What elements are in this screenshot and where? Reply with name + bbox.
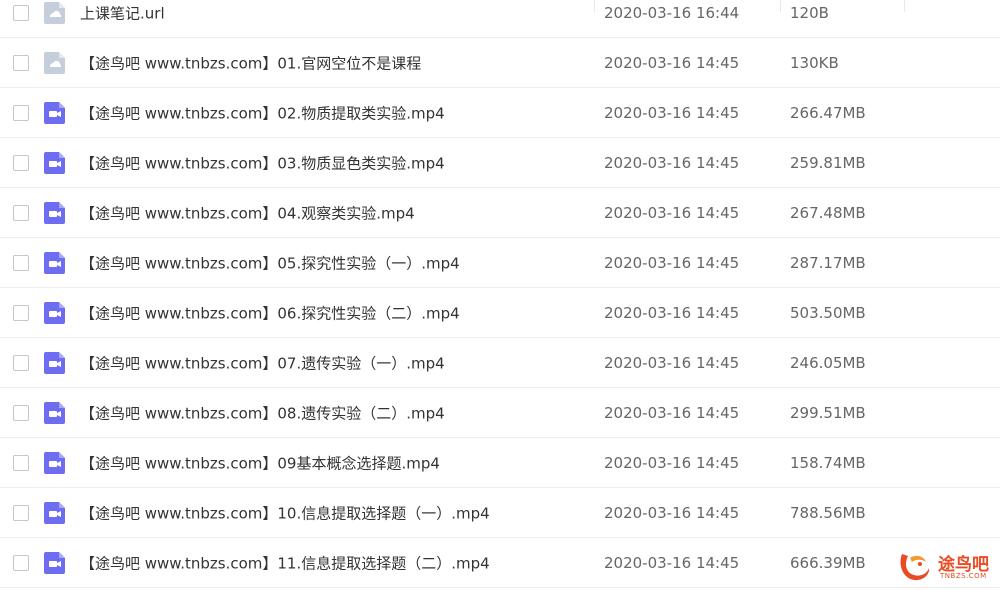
file-size: 266.47MB [790, 103, 866, 122]
file-name[interactable]: 【途鸟吧 www.tnbzs.com】07.遗传实验（一）.mp4 [80, 352, 445, 373]
file-date: 2020-03-16 14:45 [604, 403, 740, 422]
file-checkbox[interactable] [13, 454, 29, 471]
file-size: 130KB [790, 53, 839, 72]
file-checkbox[interactable] [13, 504, 29, 521]
file-size: 120B [790, 3, 829, 22]
file-name[interactable]: 【途鸟吧 www.tnbzs.com】03.物质显色类实验.mp4 [80, 152, 445, 173]
file-size: 666.39MB [790, 553, 866, 572]
file-checkbox[interactable] [13, 4, 29, 21]
file-size: 788.56MB [790, 503, 866, 522]
bird-logo-icon [900, 554, 930, 581]
video-file-icon [44, 551, 65, 574]
file-checkbox[interactable] [13, 204, 29, 221]
file-date: 2020-03-16 14:45 [604, 253, 740, 272]
file-size: 158.74MB [790, 453, 866, 472]
file-row[interactable]: 【途鸟吧 www.tnbzs.com】08.遗传实验（二）.mp4 2020-03… [0, 388, 1000, 438]
video-file-icon [44, 401, 65, 424]
file-date: 2020-03-16 14:45 [604, 103, 740, 122]
file-name[interactable]: 【途鸟吧 www.tnbzs.com】10.信息提取选择题（一）.mp4 [80, 502, 490, 523]
file-date: 2020-03-16 14:45 [604, 503, 740, 522]
file-size: 287.17MB [790, 253, 866, 272]
file-row[interactable]: 上课笔记.url 2020-03-16 16:44 120B [0, 0, 1000, 38]
file-name[interactable]: 【途鸟吧 www.tnbzs.com】06.探究性实验（二）.mp4 [80, 302, 460, 323]
file-row[interactable]: 【途鸟吧 www.tnbzs.com】06.探究性实验（二）.mp4 2020-0… [0, 288, 1000, 338]
file-checkbox[interactable] [13, 354, 29, 371]
file-name[interactable]: 上课笔记.url [80, 2, 165, 23]
file-size: 299.51MB [790, 403, 866, 422]
file-size: 246.05MB [790, 353, 866, 372]
file-checkbox[interactable] [13, 254, 29, 271]
file-row[interactable]: 【途鸟吧 www.tnbzs.com】01.官网空位不是课程 2020-03-16… [0, 38, 1000, 88]
file-row[interactable]: 【途鸟吧 www.tnbzs.com】07.遗传实验（一）.mp4 2020-03… [0, 338, 1000, 388]
file-row[interactable]: 【途鸟吧 www.tnbzs.com】02.物质提取类实验.mp4 2020-03… [0, 88, 1000, 138]
link-file-icon [44, 51, 65, 74]
file-name[interactable]: 【途鸟吧 www.tnbzs.com】01.官网空位不是课程 [80, 52, 421, 73]
file-name[interactable]: 【途鸟吧 www.tnbzs.com】11.信息提取选择题（二）.mp4 [80, 552, 490, 573]
file-size: 267.48MB [790, 203, 866, 222]
video-file-icon [44, 251, 65, 274]
watermark-logo: 途鸟吧 TNBZS.COM [896, 546, 996, 586]
file-list: 上课笔记.url 2020-03-16 16:44 120B 【途鸟吧 www.tnb… [0, 0, 1000, 589]
link-file-icon [44, 1, 65, 24]
file-name[interactable]: 【途鸟吧 www.tnbzs.com】09基本概念选择题.mp4 [80, 452, 440, 473]
video-file-icon [44, 451, 65, 474]
file-date: 2020-03-16 14:45 [604, 453, 740, 472]
file-row[interactable]: 【途鸟吧 www.tnbzs.com】11.信息提取选择题（二）.mp4 2020… [0, 538, 1000, 588]
file-date: 2020-03-16 14:45 [604, 203, 740, 222]
file-name[interactable]: 【途鸟吧 www.tnbzs.com】05.探究性实验（一）.mp4 [80, 252, 460, 273]
file-date: 2020-03-16 14:45 [604, 153, 740, 172]
file-size: 503.50MB [790, 303, 866, 322]
file-name[interactable]: 【途鸟吧 www.tnbzs.com】08.遗传实验（二）.mp4 [80, 402, 445, 423]
file-size: 259.81MB [790, 153, 866, 172]
file-checkbox[interactable] [13, 404, 29, 421]
file-row[interactable]: 【途鸟吧 www.tnbzs.com】05.探究性实验（一）.mp4 2020-0… [0, 238, 1000, 288]
file-checkbox[interactable] [13, 154, 29, 171]
file-name[interactable]: 【途鸟吧 www.tnbzs.com】04.观察类实验.mp4 [80, 202, 415, 223]
video-file-icon [44, 201, 65, 224]
file-row[interactable]: 【途鸟吧 www.tnbzs.com】03.物质显色类实验.mp4 2020-03… [0, 138, 1000, 188]
video-file-icon [44, 301, 65, 324]
video-file-icon [44, 101, 65, 124]
file-date: 2020-03-16 14:45 [604, 553, 740, 572]
file-date: 2020-03-16 16:44 [604, 3, 740, 22]
file-row[interactable]: 【途鸟吧 www.tnbzs.com】04.观察类实验.mp4 2020-03-1… [0, 188, 1000, 238]
video-file-icon [44, 501, 65, 524]
file-row[interactable]: 【途鸟吧 www.tnbzs.com】10.信息提取选择题（一）.mp4 2020… [0, 488, 1000, 538]
video-file-icon [44, 151, 65, 174]
file-row[interactable]: 【途鸟吧 www.tnbzs.com】09基本概念选择题.mp4 2020-03-… [0, 438, 1000, 488]
file-checkbox[interactable] [13, 554, 29, 571]
file-checkbox[interactable] [13, 54, 29, 71]
video-file-icon [44, 351, 65, 374]
file-name[interactable]: 【途鸟吧 www.tnbzs.com】02.物质提取类实验.mp4 [80, 102, 445, 123]
file-checkbox[interactable] [13, 304, 29, 321]
file-date: 2020-03-16 14:45 [604, 53, 740, 72]
watermark-url: TNBZS.COM [940, 572, 987, 580]
file-date: 2020-03-16 14:45 [604, 303, 740, 322]
file-checkbox[interactable] [13, 104, 29, 121]
file-date: 2020-03-16 14:45 [604, 353, 740, 372]
